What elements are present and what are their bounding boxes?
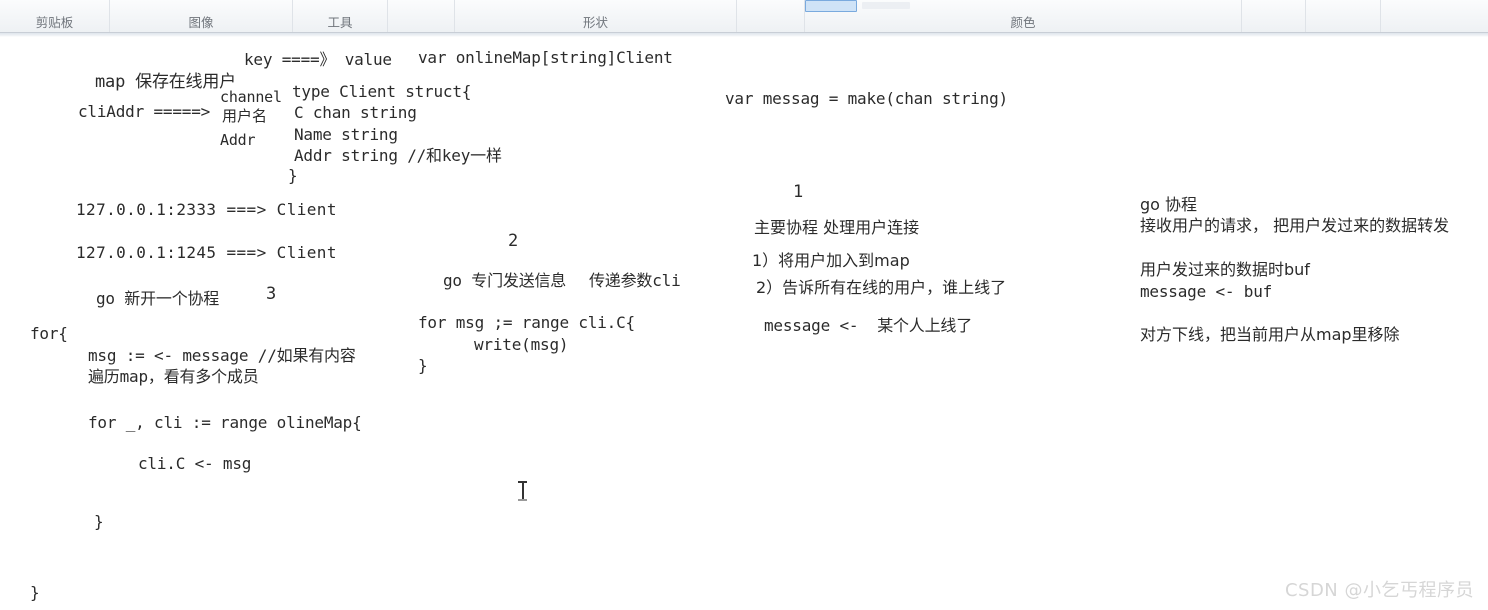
canvas-note-main-goroutine: 主要协程 处理用户连接 xyxy=(754,218,920,237)
canvas-text: map 保存在线用户 xyxy=(95,72,236,93)
ribbon-group-shapes[interactable]: 形状 xyxy=(455,0,737,32)
ribbon-group-clipboard[interactable]: 剪贴板 xyxy=(0,0,110,32)
canvas-note-go-new-goroutine: go 新开一个协程 xyxy=(96,289,220,308)
canvas-note-channel-word: channel xyxy=(220,88,282,106)
ribbon-group-tools[interactable]: 工具 xyxy=(293,0,388,32)
canvas-note-messag-decl: var messag = make(chan string) xyxy=(725,89,1008,108)
canvas-note-step-1-add-map: 1）将用户加入到map xyxy=(752,251,910,270)
canvas-note-client-entry-1: 127.0.0.1:2333 ===> Client xyxy=(76,200,337,219)
ribbon-toolbar: 剪贴板 图像 工具 形状 颜色 xyxy=(0,0,1488,33)
canvas-note-struct-field-c: C chan string xyxy=(294,103,417,122)
selected-color-swatch[interactable] xyxy=(805,0,857,12)
csdn-watermark: CSDN @小乞丐程序员 xyxy=(1284,580,1474,601)
canvas-note-message-online: message <- 某个人上线了 xyxy=(764,316,972,335)
ribbon-group-label-image: 图像 xyxy=(188,15,214,30)
canvas-note-recv-forward: 接收用户的请求， 把用户发过来的数据转发 xyxy=(1140,216,1450,235)
ibeam-bottom-serif xyxy=(518,499,527,501)
canvas-note-online-map-decl: var onlineMap[string]Client xyxy=(418,48,673,67)
ribbon-group-label-tools: 工具 xyxy=(327,15,353,30)
canvas-note-step-2-notify: 2）告诉所有在线的用户，谁上线了 xyxy=(756,278,1007,297)
canvas-note-go-goroutine: go 协程 xyxy=(1140,195,1198,214)
canvas-note-addr-word: Addr xyxy=(220,131,256,149)
ribbon-group-brushes[interactable] xyxy=(388,0,455,32)
canvas-note-cli-send-msg: cli.C <- msg xyxy=(138,454,252,473)
canvas-note-cliaddr-arrow: cliAddr =====> xyxy=(78,102,211,121)
ribbon-group-label-colors: 颜色 xyxy=(1010,15,1036,30)
ribbon-group-extra-2[interactable] xyxy=(1306,0,1381,32)
canvas-note-for-open: for{ xyxy=(30,324,68,343)
canvas-note-struct-field-addr: Addr string //和key一样 xyxy=(294,146,502,165)
canvas-note-write-msg: write(msg) xyxy=(474,335,569,354)
ribbon-group-image[interactable]: 图像 xyxy=(110,0,293,32)
canvas-note-go-send-msg: go 专门发送信息 xyxy=(443,271,567,290)
canvas-note-struct-open: type Client struct{ xyxy=(292,82,472,101)
canvas-marker-2: 2 xyxy=(508,231,519,251)
canvas-note-pass-param-cli: 传递参数cli xyxy=(589,271,681,290)
canvas-note-for-range-cli-c: for msg ;= range cli.C{ xyxy=(418,313,635,332)
canvas-note-data-buf: 用户发过来的数据时buf xyxy=(1140,260,1310,279)
canvas-note-username-word: 用户名 xyxy=(222,107,268,125)
ribbon-group-label-shapes: 形状 xyxy=(582,15,608,30)
canvas-note-message-buf: message <- buf xyxy=(1140,282,1273,301)
canvas-note-msg-recv: msg := <- message //如果有内容 xyxy=(88,346,356,365)
canvas-note-struct-field-name: Name string xyxy=(294,125,398,144)
canvas-note-struct-close: } xyxy=(288,166,298,185)
canvas-note-send-close: } xyxy=(418,356,428,375)
color-swatch-secondary[interactable] xyxy=(862,2,910,9)
canvas-note-traverse-map: 遍历map，看有多个成员 xyxy=(88,367,259,386)
canvas-note-inner-close: } xyxy=(94,512,104,531)
paint-canvas[interactable]: map 保存在线用户 key ====》 value var onlineMap… xyxy=(0,37,1488,610)
canvas-note-client-entry-2: 127.0.0.1:1245 ===> Client xyxy=(76,243,337,262)
canvas-note-outer-close: } xyxy=(30,583,40,602)
canvas-note-range-online-map: for _, cli := range olineMap{ xyxy=(88,413,362,432)
text-ibeam-cursor xyxy=(518,480,527,502)
canvas-note-key-arrow-value: key ====》 value xyxy=(244,50,392,69)
canvas-note-peer-offline: 对方下线，把当前用户从map里移除 xyxy=(1140,325,1400,344)
canvas-marker-1: 1 xyxy=(793,182,804,202)
ibeam-stem xyxy=(522,482,524,500)
ribbon-group-size[interactable] xyxy=(737,0,805,32)
canvas-marker-3: 3 xyxy=(266,284,277,304)
ribbon-group-extra-1[interactable] xyxy=(1242,0,1306,32)
ribbon-group-label-clipboard: 剪贴板 xyxy=(35,15,74,30)
